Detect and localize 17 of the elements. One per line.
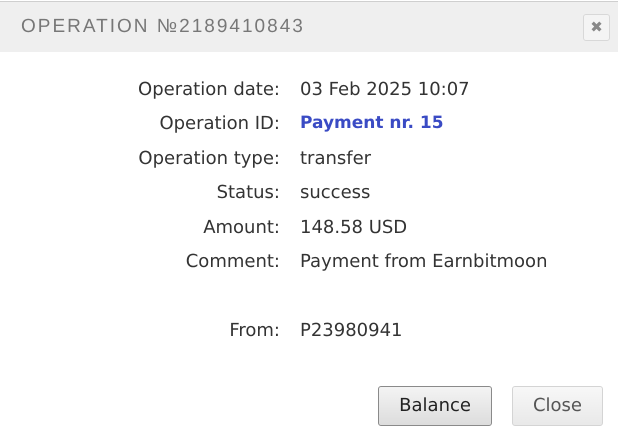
field-label: Operation type:: [137, 146, 280, 171]
field-label: From:: [228, 318, 280, 343]
field-label: Operation date:: [137, 78, 280, 102]
field-value: success: [300, 181, 370, 206]
field-label: Amount:: [202, 216, 280, 240]
field-label: Status:: [216, 181, 280, 206]
operation-link[interactable]: Payment nr. 15: [300, 111, 444, 136]
close-dialog-button[interactable]: Close: [512, 386, 603, 426]
field-value: 03 Feb 2025 10:07: [300, 78, 470, 102]
field-label: Comment:: [184, 250, 280, 274]
dialog-title: OPERATION №2189410843: [21, 14, 305, 39]
field-value: 148.58 USD: [300, 216, 408, 240]
field-value: transfer: [300, 146, 372, 171]
field-value: Payment from Earnbitmoon: [300, 250, 548, 274]
field-label: Operation ID:: [158, 112, 280, 136]
balance-button[interactable]: Balance: [378, 386, 492, 426]
field-value: P23980941: [300, 318, 402, 343]
